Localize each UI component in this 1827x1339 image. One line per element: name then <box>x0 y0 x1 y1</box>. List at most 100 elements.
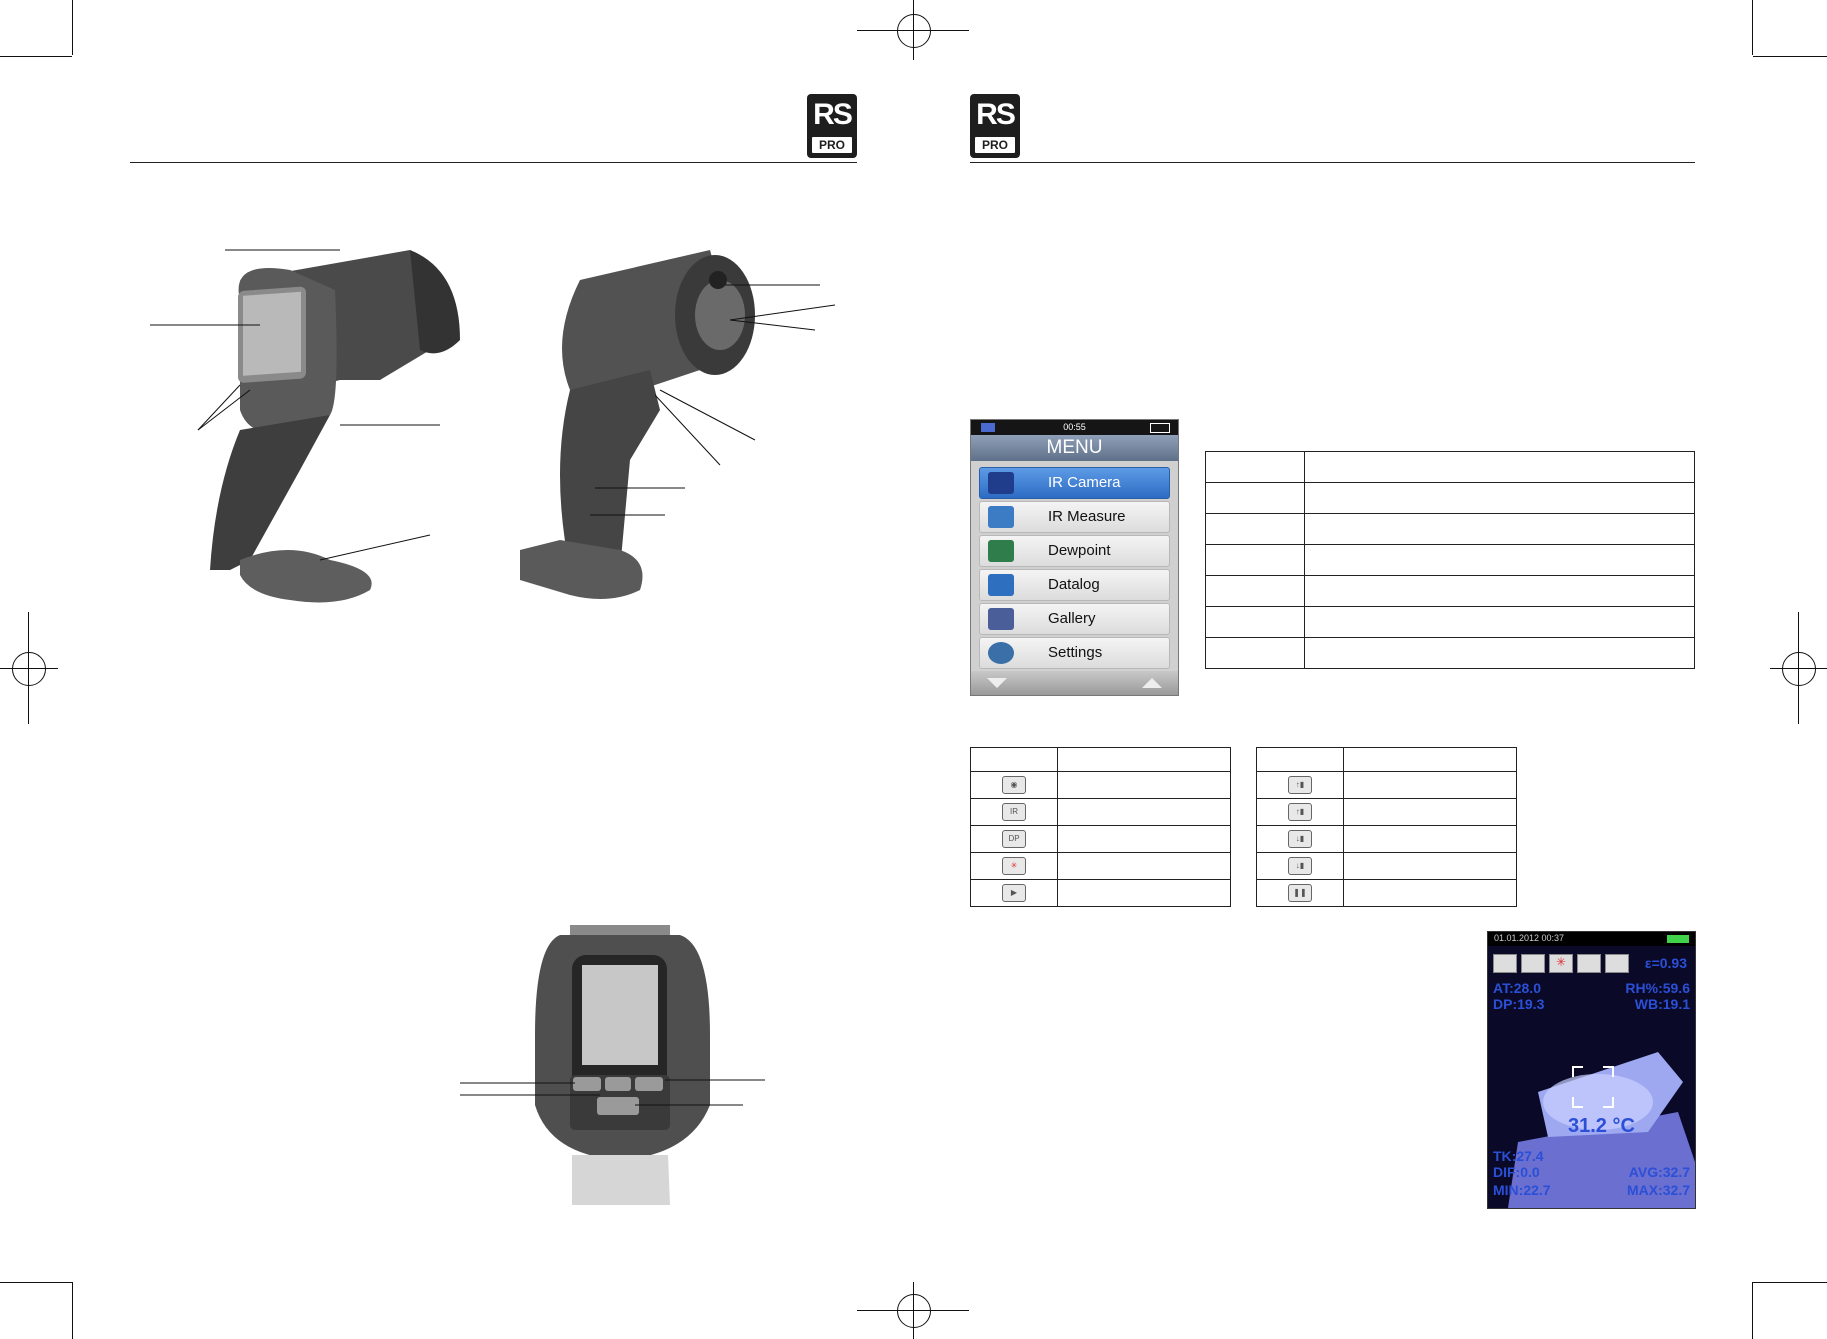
table-cell <box>1205 513 1305 545</box>
table-cell <box>1057 771 1231 799</box>
table-cell <box>1343 879 1517 907</box>
menu-item-label: Gallery <box>1048 610 1096 627</box>
table-cell <box>1057 825 1231 853</box>
thermometer-icon <box>988 506 1014 528</box>
tk-readout: TK:27.4 <box>1493 1148 1544 1164</box>
wetbulb-readout: WB:19.1 <box>1634 996 1690 1012</box>
scroll-down-icon[interactable] <box>987 678 1007 688</box>
laser-icon[interactable]: ✳ <box>1549 954 1573 973</box>
menu-item-ir-camera[interactable]: IR Camera <box>979 467 1170 499</box>
menu-title: MENU <box>971 435 1178 461</box>
logo-pro-text: PRO <box>812 137 852 153</box>
min-readout: MIN:22.7 <box>1493 1182 1551 1198</box>
table-cell <box>1205 575 1305 607</box>
table-cell <box>1304 637 1695 669</box>
dewpoint-icon <box>988 540 1014 562</box>
high-alarm-icon: ↑▮ <box>1288 776 1312 794</box>
table-cell <box>1343 798 1517 826</box>
center-temperature: 31.2 °C <box>1568 1115 1635 1137</box>
menu-screen: 00:55 MENU IR Camera IR Measure Dewpoint… <box>970 419 1179 696</box>
camera-mode-icon: ◉ <box>1002 776 1026 794</box>
high-alarm-active-icon: ↑▮ <box>1288 803 1312 821</box>
battery-icon <box>1667 935 1689 943</box>
menu-status-bar: 00:55 <box>971 420 1178 435</box>
table-cell <box>1343 825 1517 853</box>
menu-item-datalog[interactable]: Datalog <box>979 569 1170 601</box>
max-readout: MAX:32.7 <box>1626 1182 1690 1198</box>
camera-icon <box>988 472 1014 494</box>
menu-item-settings[interactable]: Settings <box>979 637 1170 669</box>
menu-description-table <box>1205 451 1695 669</box>
table-cell <box>1304 606 1695 638</box>
table-cell <box>1304 544 1695 576</box>
high-alarm-icon[interactable] <box>1577 954 1601 973</box>
table-cell <box>1057 798 1231 826</box>
dif-readout: DIF:0.0 <box>1493 1164 1540 1180</box>
floppy-disk-icon <box>988 608 1014 630</box>
scroll-up-icon[interactable] <box>1142 678 1162 688</box>
menu-list: IR Camera IR Measure Dewpoint Datalog Ga… <box>979 467 1170 671</box>
table-cell <box>1205 482 1305 514</box>
menu-item-gallery[interactable]: Gallery <box>979 603 1170 635</box>
header-rule-left <box>130 162 857 163</box>
device-status-icon <box>981 423 995 432</box>
table-cell <box>1205 451 1305 483</box>
table-cell <box>1205 606 1305 638</box>
table-header-cell <box>1256 747 1344 772</box>
low-alarm-icon: ↓▮ <box>1288 830 1312 848</box>
humidity-readout: RH%:59.6 <box>1625 980 1690 996</box>
play-icon: ▶ <box>1002 884 1026 902</box>
low-alarm-icon[interactable] <box>1605 954 1629 973</box>
camera-mode-icon[interactable] <box>1493 954 1517 973</box>
ir-mode-icon: IR <box>1002 803 1026 821</box>
emissivity-readout: ε=0.93 <box>1644 955 1687 971</box>
rs-pro-logo-right: RS PRO <box>970 94 1020 158</box>
device-back-illustration <box>460 925 765 1205</box>
table-cell <box>1304 513 1695 545</box>
low-alarm-active-icon: ↓▮ <box>1288 857 1312 875</box>
pause-icon: ❚❚ <box>1288 884 1312 902</box>
thermal-image-screen: 01.01.2012 00:37 ✳ ε=0.93 AT:28.0 RH%:59… <box>1487 931 1696 1209</box>
table-cell <box>1304 482 1695 514</box>
avg-readout: AVG:32.7 <box>1628 1164 1690 1180</box>
menu-item-dewpoint[interactable]: Dewpoint <box>979 535 1170 567</box>
thermal-datetime: 01.01.2012 00:37 <box>1494 933 1565 943</box>
device-rear-illustration <box>520 250 836 599</box>
device-front-illustration <box>150 249 460 603</box>
menu-item-ir-measure[interactable]: IR Measure <box>979 501 1170 533</box>
table-cell <box>1343 852 1517 880</box>
menu-item-label: Settings <box>1048 644 1103 661</box>
menu-time: 00:55 <box>1063 422 1086 432</box>
gear-icon <box>988 642 1014 664</box>
table-header-cell <box>1343 747 1517 772</box>
table-cell <box>1343 771 1517 799</box>
menu-item-label: IR Measure <box>1048 508 1126 525</box>
dewpoint-mode-icon: DP <box>1002 830 1026 848</box>
table-cell <box>1205 544 1305 576</box>
datalog-icon <box>988 574 1014 596</box>
table-cell <box>1304 451 1695 483</box>
menu-bottom-bar <box>971 671 1178 695</box>
logo-pro-text: PRO <box>975 137 1015 153</box>
menu-item-label: Datalog <box>1048 576 1100 593</box>
icon-table-left: ◉ IR DP ✳ ▶ <box>970 747 1231 907</box>
menu-item-label: Dewpoint <box>1048 542 1111 559</box>
table-cell <box>1205 637 1305 669</box>
battery-icon <box>1150 423 1170 433</box>
table-cell <box>1057 879 1231 907</box>
rs-pro-logo-left: RS PRO <box>807 94 857 158</box>
table-header-cell <box>970 747 1058 772</box>
table-cell <box>1304 575 1695 607</box>
icon-table-right: ↑▮ ↑▮ ↓▮ ↓▮ ❚❚ <box>1256 747 1517 907</box>
air-temp-readout: AT:28.0 <box>1493 980 1541 996</box>
logo-rs-text: RS <box>976 98 1016 131</box>
logo-rs-text: RS <box>813 98 853 131</box>
table-cell <box>1057 852 1231 880</box>
menu-item-label: IR Camera <box>1048 474 1121 491</box>
header-rule-right <box>970 162 1695 163</box>
table-header-cell <box>1057 747 1231 772</box>
pause-icon[interactable] <box>1521 954 1545 973</box>
dewpoint-readout: DP:19.3 <box>1493 996 1545 1012</box>
thermal-status-bar: 01.01.2012 00:37 <box>1488 932 1695 946</box>
laser-icon: ✳ <box>1002 857 1026 875</box>
